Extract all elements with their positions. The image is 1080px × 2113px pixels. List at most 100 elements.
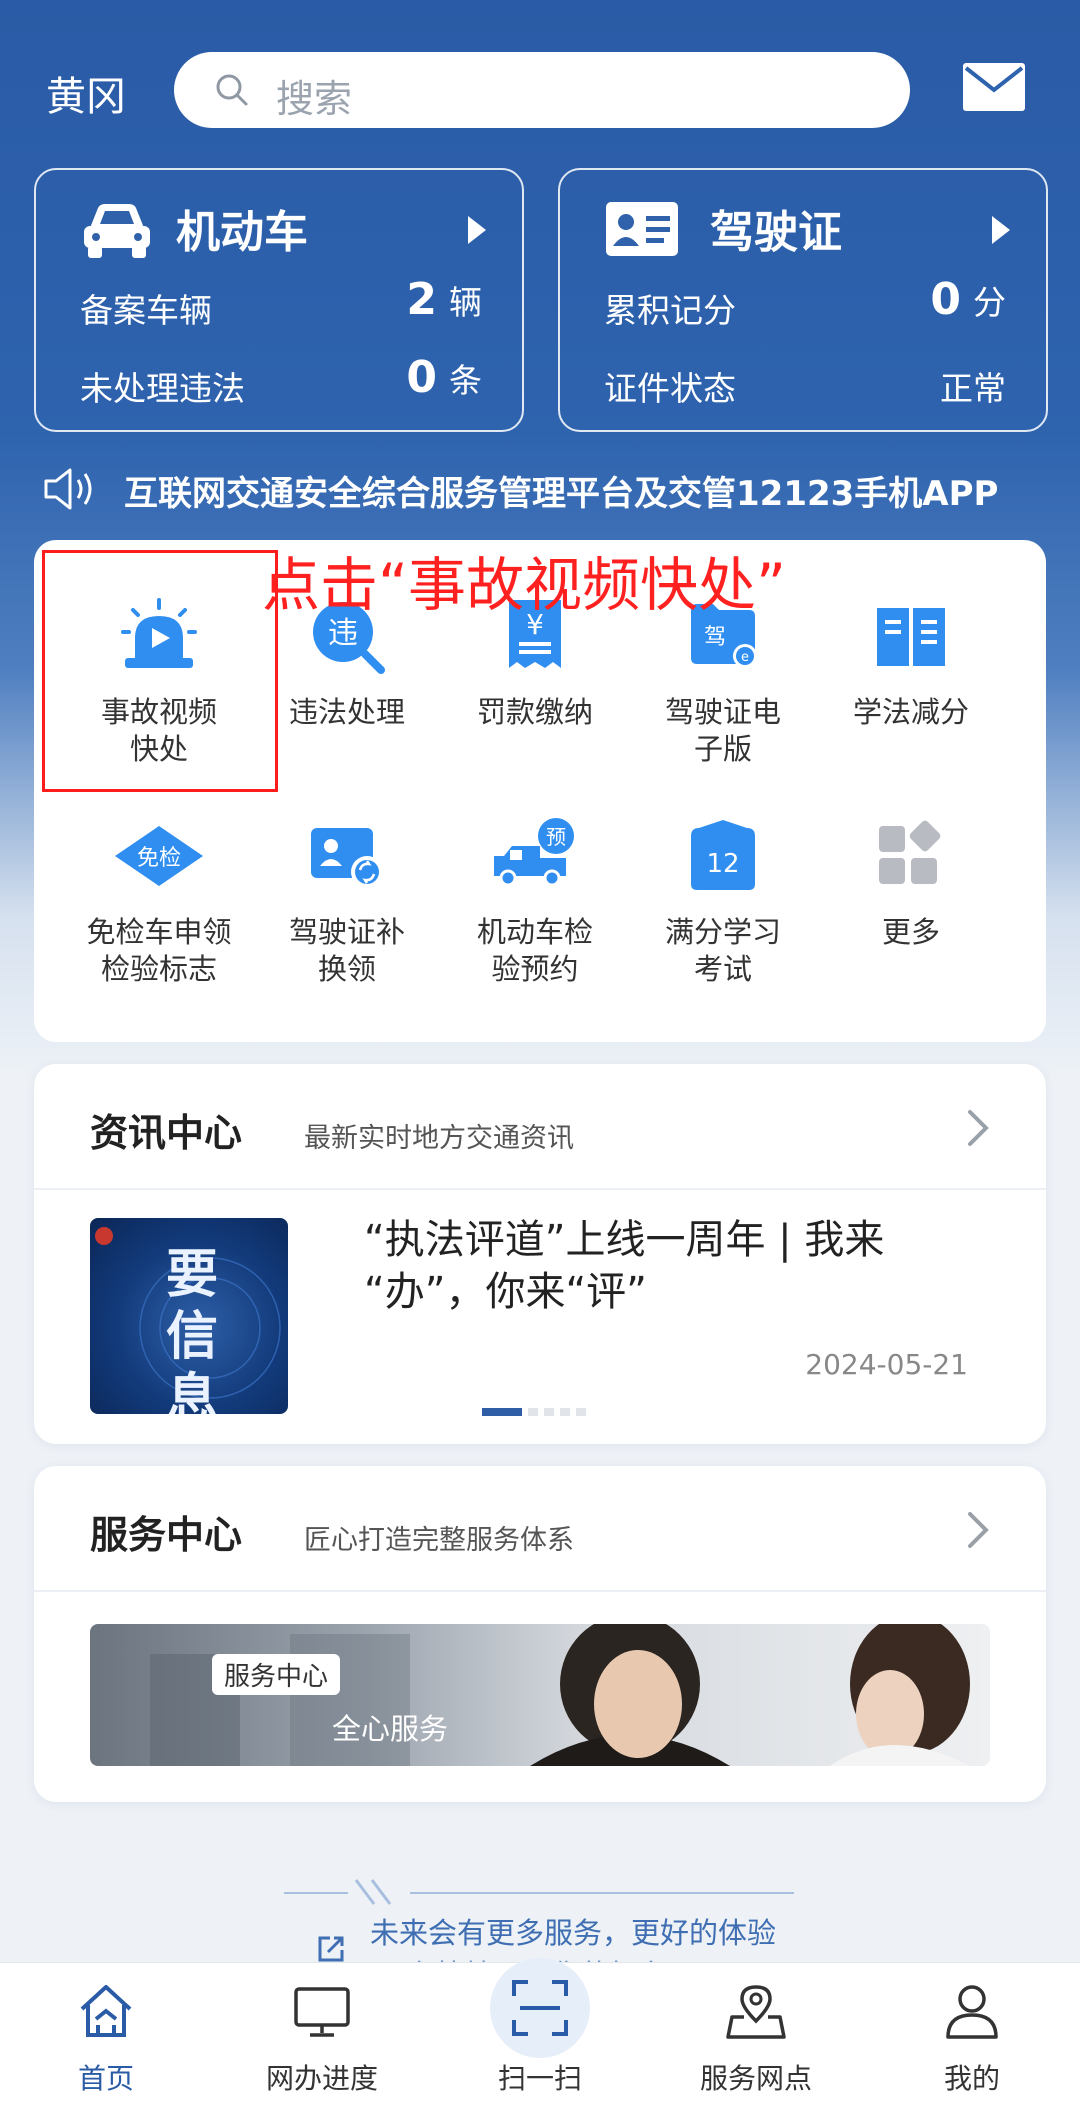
divider	[410, 1892, 794, 1894]
service-label: 违法处理	[288, 695, 405, 729]
vehicle-card-title: 机动车	[176, 207, 308, 258]
registered-vehicles-label: 备案车辆	[80, 291, 212, 330]
footer-hint-line1: 未来会有更多服务，更好的体验	[370, 1916, 777, 1950]
service-label: 事故视频	[100, 695, 217, 729]
news-center-title: 资讯中心	[90, 1111, 243, 1155]
search-placeholder: 搜索	[276, 77, 353, 121]
news-thumbnail-text: 信息	[165, 1307, 218, 1414]
service-label: 机动车检	[476, 915, 593, 949]
news-center-section[interactable]: 资讯中心 最新实时地方交通资讯 要 信息 “执法评道”上线一周年 | 我来 “办”…	[34, 1064, 1046, 1444]
service-label: 满分学习	[664, 915, 781, 949]
svg-text:e: e	[741, 650, 749, 665]
announcement-marquee[interactable]: 互联网交通安全综合服务管理平台及交管12123手机APP	[0, 460, 1080, 520]
monitor-icon	[294, 1987, 350, 2037]
license-card-title: 驾驶证	[710, 207, 842, 258]
svg-text:预: 预	[546, 825, 566, 849]
alarm-video-icon	[119, 596, 199, 676]
service-label: 换领	[317, 952, 376, 986]
accumulated-points-label: 累积记分	[604, 291, 736, 330]
news-item-date: 2024-05-21	[805, 1348, 968, 1381]
tab-label: 我的	[943, 2062, 1000, 2095]
news-thumbnail[interactable]: 要 信息	[90, 1218, 288, 1414]
vehicle-card-arrow-icon	[468, 216, 486, 244]
service-license-renewal[interactable]: 驾驶证补 换领	[252, 816, 442, 988]
tab-label: 首页	[77, 2062, 134, 2095]
svg-text:12: 12	[706, 849, 739, 879]
service-label: 更多	[881, 915, 940, 949]
divider	[34, 1188, 1046, 1190]
service-center-section[interactable]: 服务中心 匠心打造完整服务体系 服务中心 全心服务	[34, 1466, 1046, 1802]
scan-button[interactable]	[490, 1958, 590, 2058]
service-label: 子版	[693, 732, 752, 766]
service-more[interactable]: 更多	[816, 816, 1006, 951]
car-icon	[84, 204, 150, 258]
mail-icon[interactable]	[962, 62, 1026, 112]
service-center-title: 服务中心	[90, 1513, 243, 1557]
service-accident-video[interactable]: 事故视频 快处	[64, 596, 254, 768]
slash-decor-icon	[354, 1879, 392, 1905]
calendar-exam-icon: 12	[683, 816, 763, 896]
book-icon	[871, 596, 951, 676]
license-card-arrow-icon	[992, 216, 1010, 244]
banner-slogan: 全心服务	[332, 1712, 449, 1746]
accumulated-points-value: 0分	[930, 274, 1006, 325]
svg-text:免检: 免检	[137, 846, 181, 871]
divider	[34, 1590, 1046, 1592]
tab-service-points[interactable]: 服务网点	[656, 1963, 856, 2113]
service-label: 验预约	[491, 952, 579, 986]
more-grid-icon	[871, 816, 951, 896]
registered-vehicles-value: 2辆	[406, 274, 482, 325]
service-label: 罚款缴纳	[476, 695, 593, 729]
speaker-icon	[44, 468, 92, 510]
service-inspection-exempt[interactable]: 免检 免检车申领 检验标志	[64, 816, 254, 988]
tab-label: 网办进度	[265, 2062, 378, 2095]
unprocessed-violations-value: 0条	[406, 352, 482, 403]
tab-label: 扫一扫	[497, 2062, 582, 2095]
news-center-subtitle: 最新实时地方交通资讯	[304, 1123, 574, 1154]
city-selector[interactable]: 黄冈	[46, 64, 126, 122]
tab-mine[interactable]: 我的	[872, 1963, 1072, 2113]
truck-reserve-icon: 预	[494, 816, 575, 896]
service-label: 学法减分	[852, 695, 969, 729]
unprocessed-violations-label: 未处理违法	[80, 369, 245, 408]
service-label: 考试	[693, 952, 752, 986]
service-full-score-exam[interactable]: 12 满分学习 考试	[628, 816, 818, 988]
service-center-banner[interactable]: 服务中心 全心服务	[90, 1624, 990, 1766]
chevron-right-icon[interactable]	[966, 1510, 990, 1550]
news-item-title[interactable]: “执法评道”上线一周年 | 我来 “办”，你来“评”	[364, 1214, 984, 1318]
search-icon	[216, 74, 248, 106]
license-status-value: 正常	[940, 369, 1006, 408]
service-label: 驾驶证电	[664, 695, 781, 729]
inspection-exempt-icon: 免检	[115, 816, 203, 896]
service-label: 快处	[129, 732, 188, 766]
vehicle-summary-card[interactable]: 机动车 备案车辆 2辆 未处理违法 0条	[34, 168, 524, 432]
service-center-subtitle: 匠心打造完整服务体系	[304, 1525, 574, 1556]
service-label: 检验标志	[100, 952, 217, 986]
search-input[interactable]: 搜索	[174, 52, 910, 128]
chevron-right-icon[interactable]	[966, 1108, 990, 1148]
user-icon	[946, 1985, 998, 2039]
divider	[284, 1892, 348, 1894]
license-renew-icon	[307, 816, 387, 896]
service-study-reduce-points[interactable]: 学法减分	[816, 596, 1006, 731]
service-inspection-reservation[interactable]: 预 机动车检 验预约	[440, 816, 630, 988]
annotation-text: 点击“事故视频快处”	[262, 551, 787, 619]
news-thumbnail-text: 要	[165, 1245, 218, 1305]
scan-icon	[512, 1980, 568, 2036]
external-link-icon	[318, 1936, 344, 1962]
license-status-label: 证件状态	[604, 369, 736, 408]
service-label: 驾驶证补	[288, 915, 405, 949]
license-summary-card[interactable]: 驾驶证 累积记分 0分 证件状态 正常	[558, 168, 1048, 432]
svg-text:驾: 驾	[704, 625, 726, 650]
top-bar: 黄冈 搜索	[0, 40, 1080, 140]
tab-label: 服务网点	[699, 2062, 812, 2095]
banner-art	[150, 1624, 970, 1766]
id-card-icon	[606, 202, 678, 256]
service-label: 免检车申领	[86, 915, 232, 949]
marquee-text: 互联网交通安全综合服务管理平台及交管12123手机APP	[124, 474, 999, 514]
home-icon	[80, 1985, 132, 2037]
carousel-indicator	[482, 1408, 592, 1427]
tab-home[interactable]: 首页	[6, 1963, 206, 2113]
tab-progress[interactable]: 网办进度	[222, 1963, 422, 2113]
banner-tag: 服务中心	[212, 1654, 341, 1695]
